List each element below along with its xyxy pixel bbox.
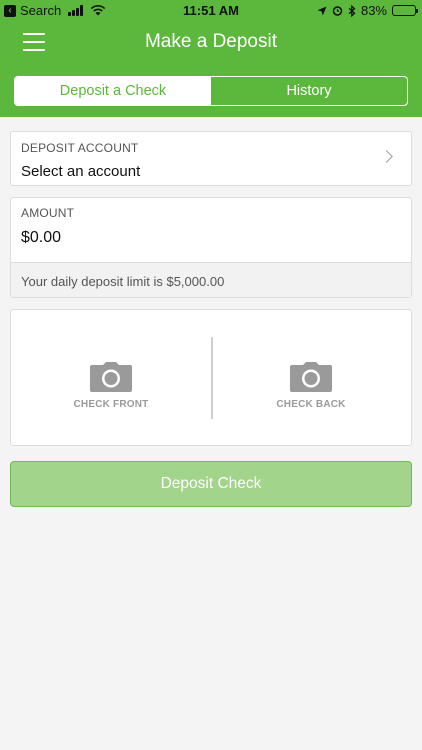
location-arrow-icon — [317, 6, 327, 15]
deposit-check-button[interactable]: Deposit Check — [10, 461, 412, 507]
tab-deposit-a-check[interactable]: Deposit a Check — [15, 77, 211, 105]
check-back-label: CHECK BACK — [276, 399, 346, 410]
battery-icon — [392, 5, 418, 16]
status-bar: ‹ Search 11:51 AM 83% — [0, 0, 422, 22]
status-right: 83% — [317, 3, 418, 18]
deposit-limit-row: Your daily deposit limit is $5,000.00 — [11, 262, 411, 297]
page-title: Make a Deposit — [144, 31, 277, 52]
deposit-account-selector[interactable]: DEPOSIT ACCOUNT Select an account — [10, 131, 412, 186]
battery-percent: 83% — [360, 3, 387, 18]
deposit-limit-text: Your daily deposit limit is $5,000.00 — [21, 274, 225, 289]
check-capture-card: CHECK FRONT CHECK BACK — [10, 309, 412, 446]
camera-icon — [90, 362, 132, 392]
amount-label: AMOUNT — [21, 206, 75, 220]
amount-card: AMOUNT $0.00 Your daily deposit limit is… — [10, 197, 412, 298]
segmented-control: Deposit a Check History — [14, 76, 408, 106]
check-front-label: CHECK FRONT — [73, 399, 149, 410]
chevron-right-icon — [380, 150, 393, 163]
camera-icon — [290, 362, 332, 392]
tab-history[interactable]: History — [211, 77, 407, 105]
deposit-account-value: Select an account — [21, 163, 141, 180]
app-header: ‹ Search 11:51 AM 83% Make a Deposit Dep… — [0, 0, 422, 117]
check-front-capture[interactable]: CHECK FRONT — [11, 310, 211, 445]
deposit-account-label: DEPOSIT ACCOUNT — [21, 141, 139, 155]
alarm-icon — [332, 6, 343, 16]
amount-input[interactable]: $0.00 — [21, 229, 61, 247]
check-back-capture[interactable]: CHECK BACK — [211, 310, 411, 445]
bluetooth-icon — [348, 4, 356, 17]
